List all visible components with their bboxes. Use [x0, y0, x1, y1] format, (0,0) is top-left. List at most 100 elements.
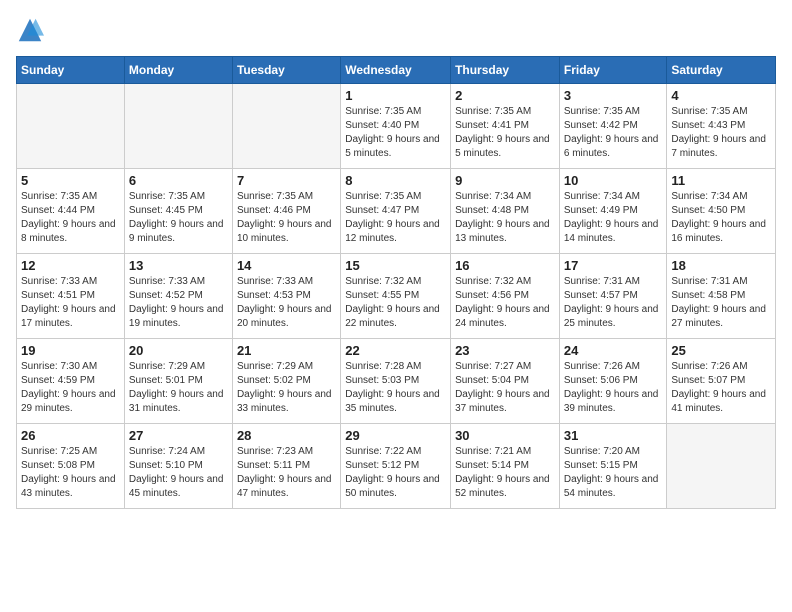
day-number: 11 [671, 173, 771, 188]
calendar-cell: 10 Sunrise: 7:34 AM Sunset: 4:49 PM Dayli… [559, 169, 667, 254]
day-number: 7 [237, 173, 336, 188]
calendar-cell [667, 424, 776, 509]
week-row-5: 26 Sunrise: 7:25 AM Sunset: 5:08 PM Dayli… [17, 424, 776, 509]
column-header-saturday: Saturday [667, 57, 776, 84]
day-number: 27 [129, 428, 228, 443]
day-number: 22 [345, 343, 446, 358]
calendar-cell: 15 Sunrise: 7:32 AM Sunset: 4:55 PM Dayli… [341, 254, 451, 339]
calendar-cell: 16Sunrise: 7:32 AM Sunset: 4:56 PM Dayli… [451, 254, 560, 339]
calendar-cell: 3 Sunrise: 7:35 AM Sunset: 4:42 PM Daylig… [559, 84, 667, 169]
day-info: Sunrise: 7:31 AM Sunset: 4:58 PM Dayligh… [671, 275, 771, 331]
column-header-tuesday: Tuesday [232, 57, 340, 84]
calendar-cell: 23 Sunrise: 7:27 AM Sunset: 5:04 PM Dayli… [451, 339, 560, 424]
calendar-cell: 18Sunrise: 7:31 AM Sunset: 4:58 PM Dayli… [667, 254, 776, 339]
calendar-cell: 27Sunrise: 7:24 AM Sunset: 5:10 PM Dayli… [124, 424, 232, 509]
calendar-cell: 30Sunrise: 7:21 AM Sunset: 5:14 PM Dayli… [451, 424, 560, 509]
calendar-cell: 14 Sunrise: 7:33 AM Sunset: 4:53 PM Dayli… [232, 254, 340, 339]
day-number: 30 [455, 428, 555, 443]
calendar-cell [124, 84, 232, 169]
calendar-cell: 8 Sunrise: 7:35 AM Sunset: 4:47 PM Daylig… [341, 169, 451, 254]
day-number: 13 [129, 258, 228, 273]
calendar-cell: 4 Sunrise: 7:35 AM Sunset: 4:43 PM Daylig… [667, 84, 776, 169]
calendar-cell: 22 Sunrise: 7:28 AM Sunset: 5:03 PM Dayli… [341, 339, 451, 424]
day-number: 31 [564, 428, 663, 443]
day-info: Sunrise: 7:34 AM Sunset: 4:48 PM Dayligh… [455, 190, 555, 246]
day-info: Sunrise: 7:26 AM Sunset: 5:06 PM Dayligh… [564, 360, 663, 416]
day-number: 12 [21, 258, 120, 273]
day-number: 20 [129, 343, 228, 358]
calendar-cell: 25Sunrise: 7:26 AM Sunset: 5:07 PM Dayli… [667, 339, 776, 424]
calendar-cell: 6 Sunrise: 7:35 AM Sunset: 4:45 PM Daylig… [124, 169, 232, 254]
week-row-3: 12 Sunrise: 7:33 AM Sunset: 4:51 PM Dayli… [17, 254, 776, 339]
day-number: 3 [564, 88, 663, 103]
day-number: 1 [345, 88, 446, 103]
day-number: 26 [21, 428, 120, 443]
column-header-monday: Monday [124, 57, 232, 84]
calendar-cell: 13 Sunrise: 7:33 AM Sunset: 4:52 PM Dayli… [124, 254, 232, 339]
day-info: Sunrise: 7:33 AM Sunset: 4:51 PM Dayligh… [21, 275, 120, 331]
day-number: 8 [345, 173, 446, 188]
calendar-cell [232, 84, 340, 169]
day-info: Sunrise: 7:28 AM Sunset: 5:03 PM Dayligh… [345, 360, 446, 416]
column-header-sunday: Sunday [17, 57, 125, 84]
calendar-cell: 20 Sunrise: 7:29 AM Sunset: 5:01 PM Dayli… [124, 339, 232, 424]
day-info: Sunrise: 7:29 AM Sunset: 5:01 PM Dayligh… [129, 360, 228, 416]
day-info: Sunrise: 7:33 AM Sunset: 4:53 PM Dayligh… [237, 275, 336, 331]
day-number: 14 [237, 258, 336, 273]
day-number: 10 [564, 173, 663, 188]
day-info: Sunrise: 7:34 AM Sunset: 4:49 PM Dayligh… [564, 190, 663, 246]
calendar-cell: 26 Sunrise: 7:25 AM Sunset: 5:08 PM Dayli… [17, 424, 125, 509]
day-info: Sunrise: 7:35 AM Sunset: 4:40 PM Dayligh… [345, 105, 446, 161]
calendar-cell: 28 Sunrise: 7:23 AM Sunset: 5:11 PM Dayli… [232, 424, 340, 509]
calendar-cell: 31 Sunrise: 7:20 AM Sunset: 5:15 PM Dayli… [559, 424, 667, 509]
column-header-thursday: Thursday [451, 57, 560, 84]
day-info: Sunrise: 7:35 AM Sunset: 4:46 PM Dayligh… [237, 190, 336, 246]
day-info: Sunrise: 7:35 AM Sunset: 4:44 PM Dayligh… [21, 190, 120, 246]
calendar-cell: 11Sunrise: 7:34 AM Sunset: 4:50 PM Dayli… [667, 169, 776, 254]
day-info: Sunrise: 7:35 AM Sunset: 4:42 PM Dayligh… [564, 105, 663, 161]
day-number: 15 [345, 258, 446, 273]
day-number: 25 [671, 343, 771, 358]
day-info: Sunrise: 7:35 AM Sunset: 4:43 PM Dayligh… [671, 105, 771, 161]
day-number: 5 [21, 173, 120, 188]
week-row-4: 19 Sunrise: 7:30 AM Sunset: 4:59 PM Dayli… [17, 339, 776, 424]
week-row-1: 1 Sunrise: 7:35 AM Sunset: 4:40 PM Daylig… [17, 84, 776, 169]
calendar-cell [17, 84, 125, 169]
week-row-2: 5 Sunrise: 7:35 AM Sunset: 4:44 PM Daylig… [17, 169, 776, 254]
day-info: Sunrise: 7:22 AM Sunset: 5:12 PM Dayligh… [345, 445, 446, 501]
day-info: Sunrise: 7:35 AM Sunset: 4:47 PM Dayligh… [345, 190, 446, 246]
day-number: 17 [564, 258, 663, 273]
day-number: 29 [345, 428, 446, 443]
day-info: Sunrise: 7:33 AM Sunset: 4:52 PM Dayligh… [129, 275, 228, 331]
column-header-wednesday: Wednesday [341, 57, 451, 84]
calendar-table: SundayMondayTuesdayWednesdayThursdayFrid… [16, 56, 776, 509]
day-info: Sunrise: 7:31 AM Sunset: 4:57 PM Dayligh… [564, 275, 663, 331]
day-number: 21 [237, 343, 336, 358]
day-number: 2 [455, 88, 555, 103]
page-header [16, 16, 776, 44]
day-number: 24 [564, 343, 663, 358]
day-number: 23 [455, 343, 555, 358]
calendar-cell: 17 Sunrise: 7:31 AM Sunset: 4:57 PM Dayli… [559, 254, 667, 339]
day-info: Sunrise: 7:23 AM Sunset: 5:11 PM Dayligh… [237, 445, 336, 501]
calendar-cell: 29 Sunrise: 7:22 AM Sunset: 5:12 PM Dayli… [341, 424, 451, 509]
day-info: Sunrise: 7:30 AM Sunset: 4:59 PM Dayligh… [21, 360, 120, 416]
day-number: 19 [21, 343, 120, 358]
column-header-friday: Friday [559, 57, 667, 84]
day-number: 28 [237, 428, 336, 443]
day-info: Sunrise: 7:32 AM Sunset: 4:55 PM Dayligh… [345, 275, 446, 331]
calendar-cell: 24 Sunrise: 7:26 AM Sunset: 5:06 PM Dayli… [559, 339, 667, 424]
day-info: Sunrise: 7:20 AM Sunset: 5:15 PM Dayligh… [564, 445, 663, 501]
day-info: Sunrise: 7:35 AM Sunset: 4:45 PM Dayligh… [129, 190, 228, 246]
logo-icon [16, 16, 44, 44]
day-info: Sunrise: 7:27 AM Sunset: 5:04 PM Dayligh… [455, 360, 555, 416]
day-info: Sunrise: 7:32 AM Sunset: 4:56 PM Dayligh… [455, 275, 555, 331]
day-number: 6 [129, 173, 228, 188]
calendar-cell: 12 Sunrise: 7:33 AM Sunset: 4:51 PM Dayli… [17, 254, 125, 339]
day-number: 4 [671, 88, 771, 103]
day-number: 9 [455, 173, 555, 188]
calendar-cell: 19 Sunrise: 7:30 AM Sunset: 4:59 PM Dayli… [17, 339, 125, 424]
logo [16, 16, 48, 44]
calendar-cell: 7 Sunrise: 7:35 AM Sunset: 4:46 PM Daylig… [232, 169, 340, 254]
day-info: Sunrise: 7:25 AM Sunset: 5:08 PM Dayligh… [21, 445, 120, 501]
